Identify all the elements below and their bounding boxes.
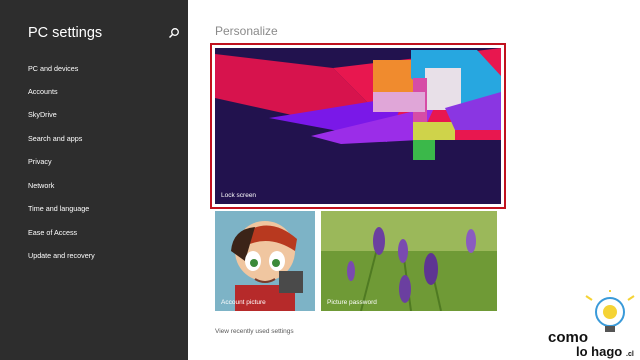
sidebar-item-search-and-apps[interactable]: Search and apps bbox=[28, 134, 82, 143]
picture-password-image bbox=[321, 211, 497, 311]
page-title: Personalize bbox=[215, 24, 278, 38]
sidebar-item-privacy[interactable]: Privacy bbox=[28, 157, 52, 166]
watermark-logo: como lo hago .cl bbox=[548, 290, 635, 359]
account-picture-tile[interactable]: Account picture bbox=[215, 211, 315, 311]
sidebar-item-network[interactable]: Network bbox=[28, 181, 54, 190]
sidebar-item-pc-and-devices[interactable]: PC and devices bbox=[28, 64, 78, 73]
sidebar-title: PC settings bbox=[28, 25, 103, 41]
lock-screen-tile[interactable]: Lock screen bbox=[210, 43, 506, 209]
account-picture-image bbox=[215, 211, 315, 311]
sidebar-item-skydrive[interactable]: SkyDrive bbox=[28, 110, 57, 119]
picture-password-label: Picture password bbox=[327, 299, 377, 306]
account-picture-label: Account picture bbox=[221, 299, 266, 306]
sidebar-item-ease-of-access[interactable]: Ease of Access bbox=[28, 228, 77, 237]
picture-password-tile[interactable]: Picture password bbox=[321, 211, 497, 311]
lock-screen-label: Lock screen bbox=[221, 192, 257, 199]
view-recent-settings-link[interactable]: View recently used settings bbox=[215, 328, 294, 335]
svg-text:lo hago: lo hago bbox=[576, 344, 622, 359]
sidebar-item-time-and-language[interactable]: Time and language bbox=[28, 204, 89, 213]
sidebar-item-update-and-recovery[interactable]: Update and recovery bbox=[28, 251, 95, 260]
search-icon[interactable] bbox=[168, 27, 180, 39]
sidebar: PC settings PC and devices Accounts SkyD… bbox=[0, 0, 188, 360]
sidebar-item-accounts[interactable]: Accounts bbox=[28, 87, 58, 96]
lock-screen-image bbox=[215, 48, 501, 160]
lock-screen-preview: Lock screen bbox=[215, 48, 501, 204]
svg-text:.cl: .cl bbox=[626, 351, 634, 358]
